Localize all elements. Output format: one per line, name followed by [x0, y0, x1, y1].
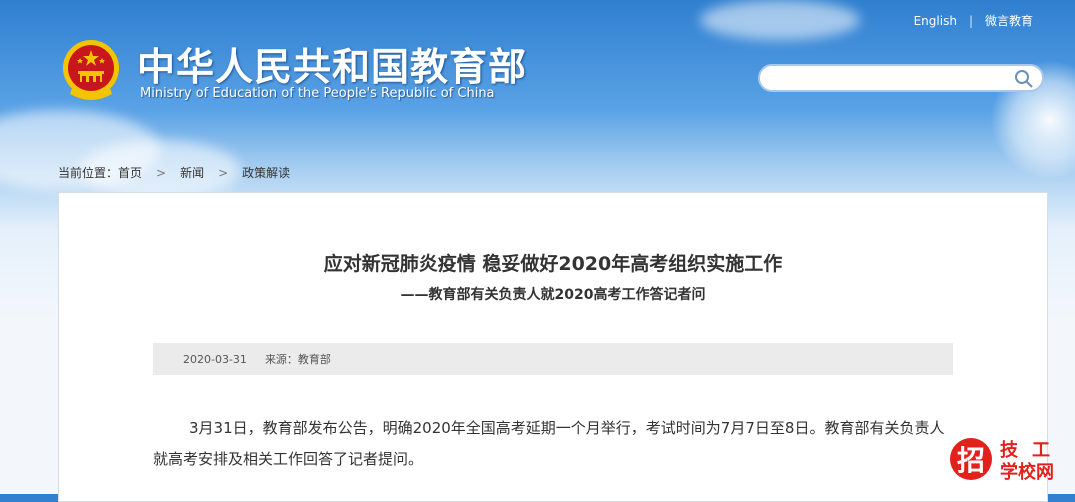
article-meta: 2020-03-31 来源：教育部 — [153, 343, 953, 375]
breadcrumb-prefix: 当前位置： — [58, 166, 119, 180]
watermark: 招 技工 学校网 — [950, 436, 1070, 486]
article-subtitle: ——教育部有关负责人就2020高考工作答记者问 — [400, 287, 706, 303]
search-box — [758, 64, 1044, 92]
watermark-logo: 招 — [950, 438, 992, 480]
top-nav: English | 微言教育 — [914, 12, 1033, 29]
article-source: 来源：教育部 — [264, 353, 331, 366]
breadcrumb-home[interactable]: 首页 — [118, 164, 142, 181]
weiyan-link[interactable]: 微言教育 — [985, 12, 1033, 29]
article-title: 应对新冠肺炎疫情 稳妥做好2020年高考组织实施工作 — [323, 253, 783, 275]
watermark-line2: 学校网 — [1000, 462, 1054, 483]
national-emblem-icon[interactable] — [60, 38, 122, 104]
article-panel: 应对新冠肺炎疫情 稳妥做好2020年高考组织实施工作 ——教育部有关负责人就20… — [58, 192, 1048, 502]
search-icon[interactable] — [1014, 69, 1034, 89]
search-input[interactable] — [772, 66, 1016, 92]
site-title-en: Ministry of Education of the People's Re… — [140, 86, 495, 101]
site-title-cn[interactable]: 中华人民共和国教育部 — [137, 36, 527, 91]
breadcrumb: 当前位置： 首页 > 新闻 > 政策解读 — [58, 164, 290, 181]
chevron-right-icon: > — [156, 165, 167, 180]
article-date: 2020-03-31 — [183, 352, 247, 366]
breadcrumb-policy[interactable]: 政策解读 — [242, 164, 290, 181]
article-paragraph: 3月31日，教育部发布公告，明确2020年全国高考延期一个月举行，考试时间为7月… — [153, 419, 945, 468]
english-link[interactable]: English — [914, 14, 957, 28]
cloud-decoration — [700, 0, 860, 40]
chevron-right-icon: > — [218, 165, 229, 180]
nav-separator: | — [968, 13, 973, 28]
breadcrumb-news[interactable]: 新闻 — [180, 164, 204, 181]
